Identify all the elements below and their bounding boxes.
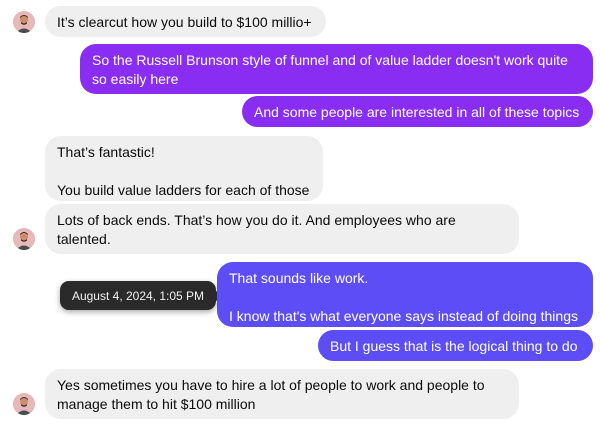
message-bubble-received[interactable]: It’s clearcut how you build to $100 mill… bbox=[45, 6, 326, 37]
message-text: It’s clearcut how you build to $100 mill… bbox=[57, 14, 312, 30]
message-bubble-sent[interactable]: So the Russell Brunson style of funnel a… bbox=[80, 44, 593, 94]
contact-avatar-icon[interactable] bbox=[13, 228, 35, 250]
message-text: That sounds like work. I know that's wha… bbox=[229, 270, 578, 324]
message-text: So the Russell Brunson style of funnel a… bbox=[92, 52, 572, 87]
message-bubble-received[interactable]: Lots of back ends. That’s how you do it.… bbox=[45, 204, 519, 254]
contact-avatar-icon[interactable] bbox=[13, 393, 35, 415]
contact-avatar-icon[interactable] bbox=[13, 11, 35, 33]
message-text: But I guess that is the logical thing to… bbox=[330, 338, 578, 354]
timestamp-tooltip: August 4, 2024, 1:05 PM bbox=[60, 281, 222, 310]
message-bubble-sent[interactable]: But I guess that is the logical thing to… bbox=[318, 330, 593, 361]
message-bubble-received[interactable]: That’s fantastic! You build value ladder… bbox=[45, 136, 323, 201]
message-text: And some people are interested in all of… bbox=[254, 104, 580, 120]
message-text: That’s fantastic! You build value ladder… bbox=[57, 144, 310, 198]
message-bubble-sent[interactable]: And some people are interested in all of… bbox=[242, 96, 593, 127]
message-bubble-received[interactable]: Yes sometimes you have to hire a lot of … bbox=[45, 369, 519, 419]
timestamp-text: August 4, 2024, 1:05 PM bbox=[71, 288, 205, 303]
message-text: Yes sometimes you have to hire a lot of … bbox=[57, 377, 489, 412]
message-text: Lots of back ends. That’s how you do it.… bbox=[57, 212, 460, 247]
message-bubble-sent[interactable]: That sounds like work. I know that's wha… bbox=[217, 262, 593, 327]
